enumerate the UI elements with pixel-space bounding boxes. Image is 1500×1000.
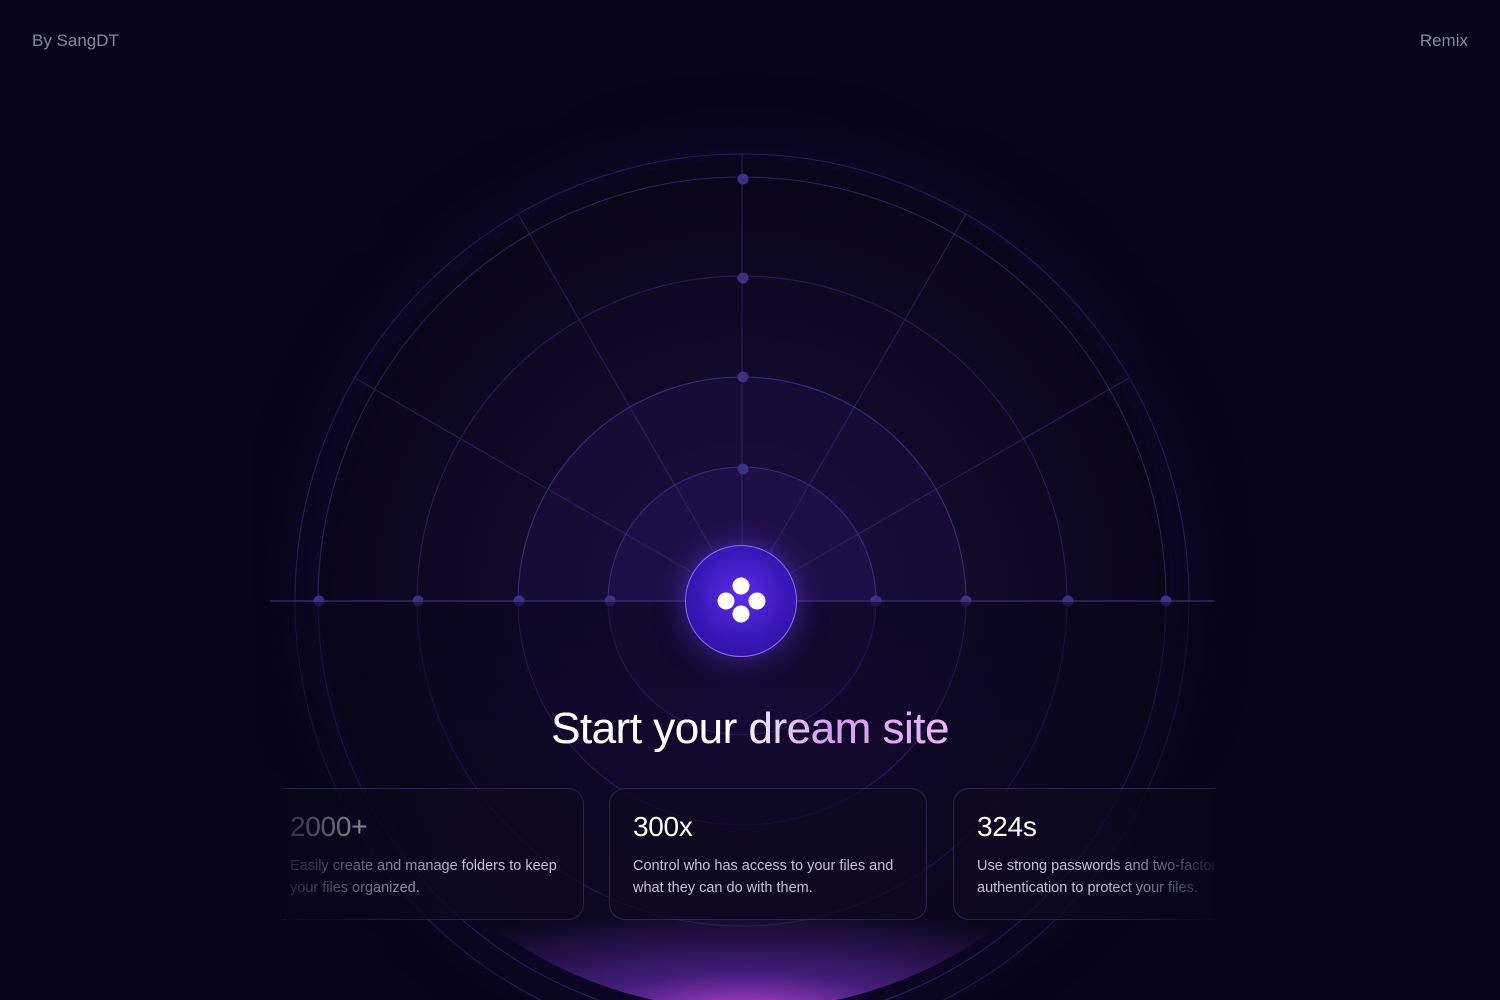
hero-headline: Start your dream site <box>0 704 1500 754</box>
landing-page: By SangDT Remix Start your dream site 20… <box>0 0 1500 1000</box>
cards-fade-left <box>0 770 290 940</box>
stat-value: 300x <box>633 811 693 842</box>
cards-fade-right <box>1214 770 1500 940</box>
four-dots-logo-icon <box>717 577 766 623</box>
remix-link[interactable]: Remix <box>1420 31 1468 51</box>
cards-fade-right-soft <box>1100 790 1216 920</box>
logo-button[interactable] <box>685 545 797 657</box>
cards-fade-left-soft <box>286 790 466 920</box>
stat-card: 300x Control who has access to your file… <box>609 788 927 920</box>
stat-description: Control who has access to your files and… <box>633 858 894 896</box>
author-credit[interactable]: By SangDT <box>32 31 119 51</box>
